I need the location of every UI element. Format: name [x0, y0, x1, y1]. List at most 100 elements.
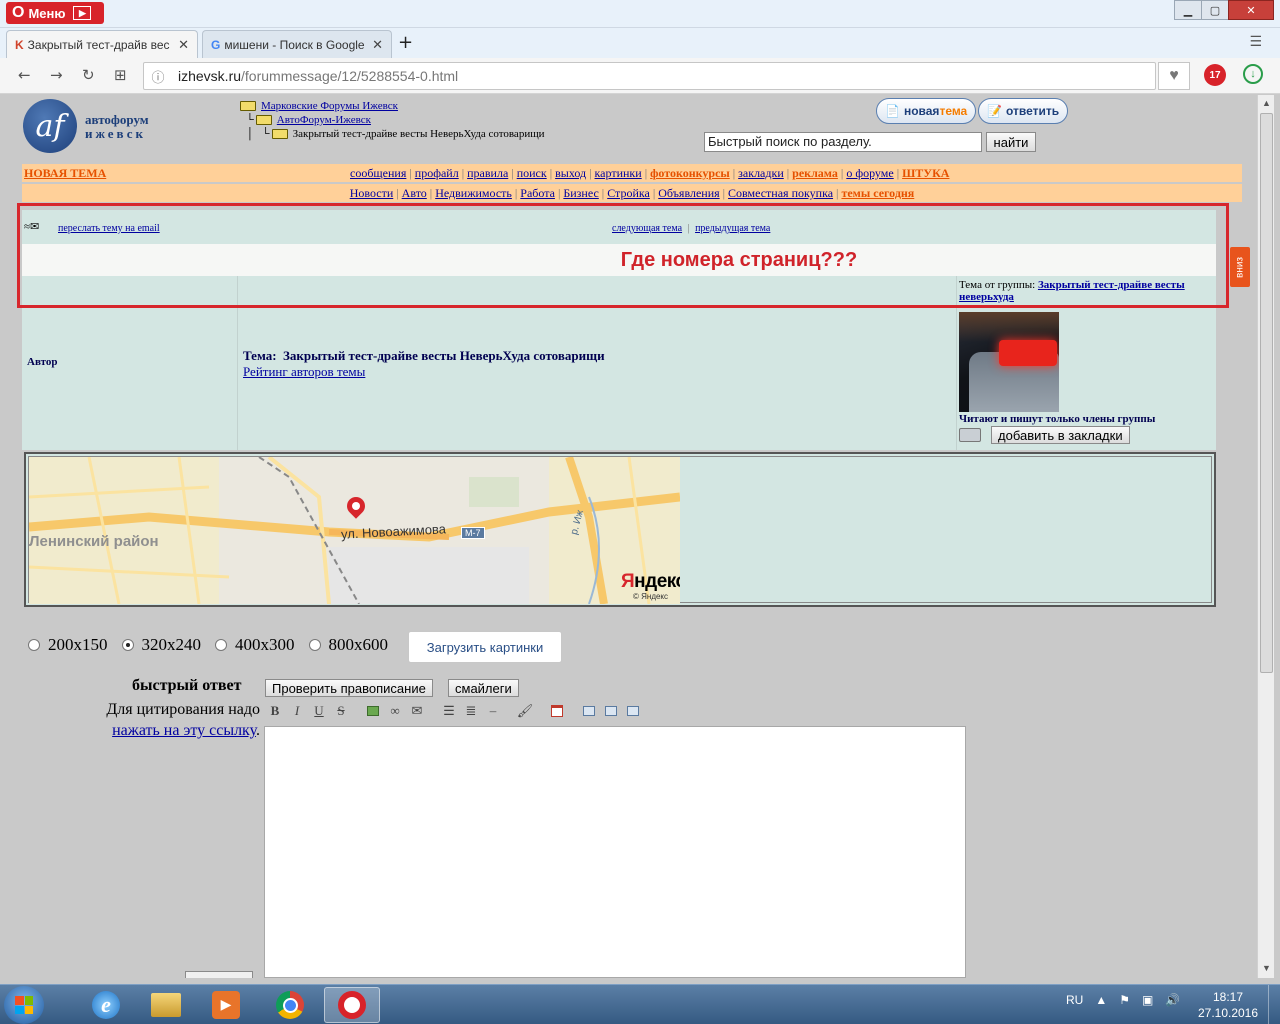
page-scrollbar[interactable]: ▲ ▼ [1257, 95, 1274, 978]
taskbar-media[interactable]: ▶ [198, 987, 254, 1023]
forum-menu-item[interactable]: реклама [792, 166, 838, 180]
bulleted-list-icon[interactable]: ☰ [440, 703, 458, 719]
numbered-list-icon[interactable]: ≣ [462, 703, 480, 719]
opera-menu-button[interactable]: O Меню ▶ [6, 2, 104, 24]
calendar-icon[interactable] [548, 703, 566, 719]
network-icon[interactable]: ▣ [1142, 993, 1153, 1007]
portal-menu-item[interactable]: Объявления [658, 186, 719, 200]
portal-menu-item[interactable]: Стройка [607, 186, 650, 200]
site-logo[interactable]: af [23, 99, 77, 153]
author-rating-link[interactable]: Рейтинг авторов темы [243, 364, 365, 379]
new-topic-button[interactable]: 📄 новая тема [876, 98, 977, 124]
yandex-map[interactable]: Ленинский район ул. Новоажимова М-7 р. И… [29, 457, 680, 604]
taskbar-explorer[interactable] [138, 987, 194, 1023]
address-bar[interactable]: ⓘ izhevsk.ru/forummessage/12/5288554-0.h… [143, 62, 1156, 90]
tab-forum[interactable]: K Закрытый тест-драйв вес ✕ [6, 30, 198, 58]
show-desktop-button[interactable] [1268, 985, 1280, 1024]
tab-close-icon[interactable]: ✕ [372, 37, 383, 53]
portal-menu-item[interactable]: темы сегодня [841, 186, 914, 200]
portal-menu-item[interactable]: Работа [520, 186, 555, 200]
forum-menu-item[interactable]: сообщения [350, 166, 406, 180]
forum-menu-item[interactable]: фотоконкурсы [650, 166, 730, 180]
size-option[interactable]: 800x600 [308, 635, 388, 655]
maximize-button[interactable]: ▢ [1201, 0, 1229, 20]
logo-text-line2[interactable]: ижевск [85, 126, 146, 142]
yandex-logo[interactable]: Яндекс [621, 571, 680, 593]
tray-expand-icon[interactable]: ▲ [1095, 993, 1107, 1007]
language-indicator[interactable]: RU [1066, 993, 1083, 1007]
close-window-button[interactable]: ✕ [1228, 0, 1274, 20]
printer-icon[interactable] [959, 428, 981, 442]
forum-menu-item[interactable]: профайл [415, 166, 459, 180]
scrollbar-thumb[interactable] [1260, 113, 1273, 673]
insert-image-icon[interactable] [364, 703, 382, 719]
size-option[interactable]: 400x300 [215, 635, 295, 655]
portal-menu-item[interactable]: Новости [350, 186, 394, 200]
quote-link[interactable]: нажать на эту ссылку [112, 722, 256, 739]
reload-icon[interactable]: ↻ [82, 66, 95, 84]
italic-icon[interactable]: I [288, 703, 306, 719]
scroll-up-arrow-icon[interactable]: ▲ [1262, 98, 1271, 108]
size-radio[interactable] [308, 639, 321, 651]
start-button[interactable] [4, 986, 44, 1024]
forward-arrow-icon[interactable]: → [50, 66, 63, 84]
taskbar-ie[interactable]: e [78, 987, 134, 1023]
forum-menu-item[interactable]: о форуме [846, 166, 893, 180]
map-copyright[interactable]: © Яндекс [633, 592, 668, 601]
reply-textarea[interactable] [264, 726, 966, 978]
strikethrough-icon[interactable]: S [332, 703, 350, 719]
breadcrumb-link-autoforum[interactable]: АвтоФорум-Ижевск [277, 114, 371, 126]
scroll-down-tab[interactable]: вниз [1230, 247, 1250, 287]
size-radio[interactable] [121, 639, 134, 651]
underline-icon[interactable]: U [310, 703, 328, 719]
spellcheck-button[interactable]: Проверить правописание [265, 679, 433, 697]
upload-images-button[interactable]: Загрузить картинки [408, 631, 562, 663]
forum-menu-item[interactable]: выход [555, 166, 586, 180]
download-icon[interactable]: ↓ [1243, 64, 1263, 84]
list-item-icon[interactable]: – [484, 703, 502, 719]
insert-email-icon[interactable]: ✉ [408, 703, 426, 719]
bookmark-heart-icon[interactable]: ♥ [1158, 62, 1190, 90]
minimize-button[interactable]: ▁ [1174, 0, 1202, 20]
taskbar-clock[interactable]: 18:17 27.10.2016 [1196, 989, 1260, 1021]
extension-badge-icon[interactable]: 17 [1204, 64, 1226, 86]
tab-google[interactable]: G мишени - Поиск в Google ✕ [202, 30, 392, 58]
offscreen-button[interactable] [185, 971, 253, 978]
portal-menu-item[interactable]: Недвижимость [435, 186, 512, 200]
find-button[interactable]: найти [986, 132, 1036, 152]
speed-dial-icon[interactable]: ⊞ [114, 66, 127, 84]
forum-menu-item[interactable]: ШТУКА [902, 166, 949, 180]
insert-link-icon[interactable]: ∞ [386, 703, 404, 719]
size-radio[interactable] [28, 639, 40, 651]
taskbar-chrome[interactable] [262, 987, 318, 1023]
forum-menu-item[interactable]: закладки [738, 166, 784, 180]
two-column-icon[interactable] [602, 703, 620, 719]
tab-close-icon[interactable]: ✕ [178, 37, 189, 53]
forum-menu-item[interactable]: правила [467, 166, 508, 180]
portal-menu-item[interactable]: Бизнес [563, 186, 598, 200]
size-option[interactable]: 320x240 [121, 635, 201, 655]
site-info-icon[interactable]: ⓘ [144, 67, 172, 86]
back-arrow-icon[interactable]: ← [18, 66, 31, 84]
size-option[interactable]: 200x150 [28, 635, 108, 655]
breadcrumb-link-forums[interactable]: Марковские Форумы Ижевск [261, 100, 398, 112]
forum-menu-item[interactable]: поиск [517, 166, 547, 180]
quick-search-input[interactable]: Быстрый поиск по разделу. [704, 132, 982, 152]
size-radio[interactable] [215, 639, 227, 651]
table-icon[interactable] [580, 703, 598, 719]
tab-menu-icon[interactable]: ☰ [1249, 34, 1262, 50]
header-block-icon[interactable] [624, 703, 642, 719]
add-bookmark-button[interactable]: добавить в закладки [991, 426, 1130, 444]
smileys-button[interactable]: смайлеги [448, 679, 519, 697]
new-topic-link[interactable]: НОВАЯ ТЕМА [24, 166, 106, 181]
quote-icon[interactable]: 🖌 [516, 703, 534, 719]
reply-button[interactable]: 📝 ответить [978, 98, 1069, 124]
volume-icon[interactable]: 🔊 [1165, 993, 1180, 1007]
group-car-image[interactable] [959, 312, 1059, 412]
bold-icon[interactable]: B [266, 703, 284, 719]
scroll-down-arrow-icon[interactable]: ▼ [1262, 963, 1271, 973]
action-center-flag-icon[interactable]: ⚑ [1119, 993, 1130, 1007]
forum-menu-item[interactable]: картинки [595, 166, 642, 180]
portal-menu-item[interactable]: Авто [402, 186, 427, 200]
portal-menu-item[interactable]: Совместная покупка [728, 186, 833, 200]
